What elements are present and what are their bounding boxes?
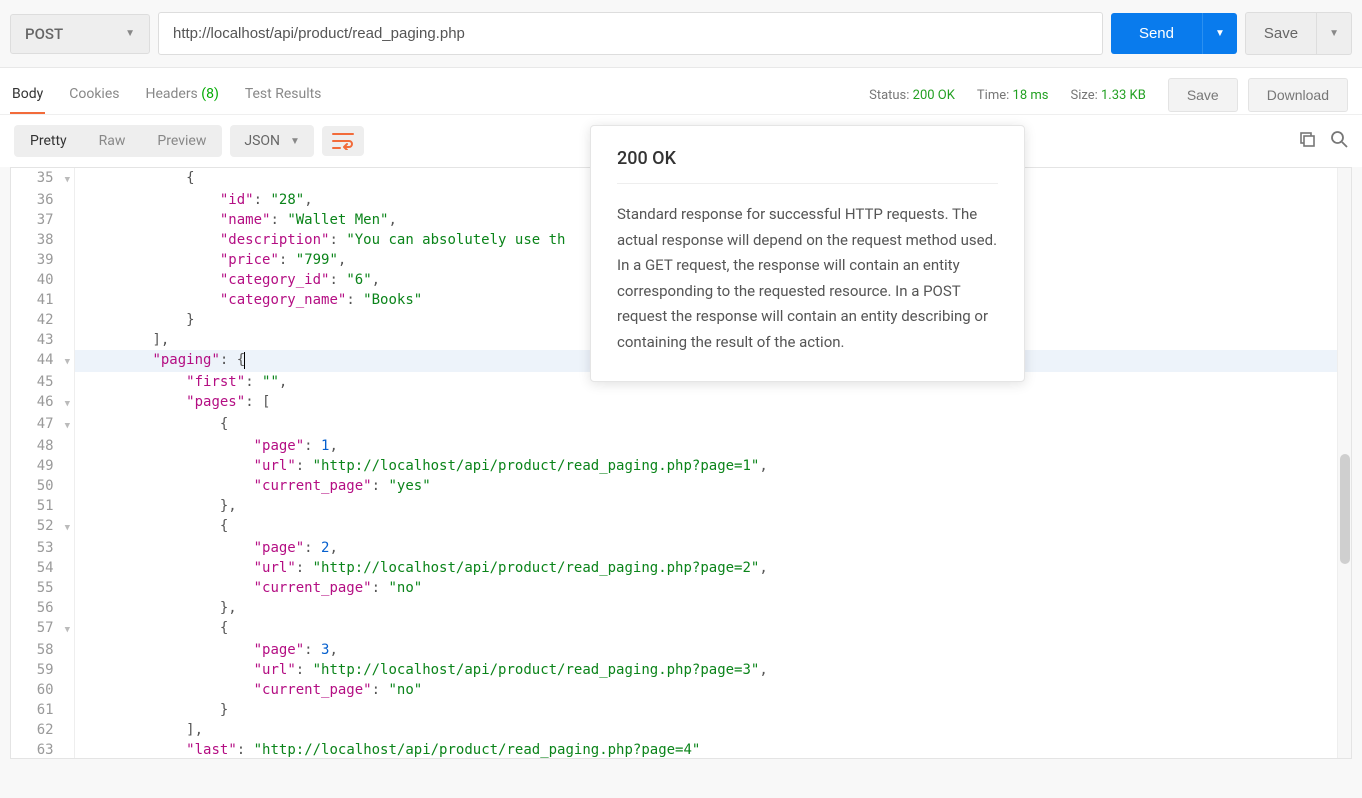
tab-headers-label: Headers <box>145 86 197 102</box>
chevron-down-icon: ▼ <box>125 28 135 39</box>
time-label: Time: <box>977 88 1009 103</box>
chevron-down-icon: ▼ <box>1329 28 1339 39</box>
save-response-button[interactable]: Save <box>1168 78 1238 112</box>
request-bar: POST ▼ Send ▼ Save ▼ <box>0 0 1362 67</box>
save-dropdown-button[interactable]: ▼ <box>1317 12 1352 55</box>
save-button[interactable]: Save <box>1245 12 1317 55</box>
tab-test-results[interactable]: Test Results <box>243 76 324 114</box>
view-left: Pretty Raw Preview JSON ▼ <box>14 125 364 157</box>
size-group: Size: 1.33 KB <box>1070 88 1145 103</box>
search-icon[interactable] <box>1330 130 1348 153</box>
send-button[interactable]: Send <box>1111 13 1202 54</box>
save-button-group: Save ▼ <box>1245 12 1352 55</box>
response-tabs: Body Cookies Headers (8) Test Results <box>10 76 323 114</box>
format-dropdown[interactable]: JSON ▼ <box>230 125 314 157</box>
time-value: 18 ms <box>1013 88 1049 103</box>
chevron-down-icon: ▼ <box>290 136 300 147</box>
scrollbar-thumb[interactable] <box>1340 454 1350 564</box>
wrap-lines-button[interactable] <box>322 126 364 156</box>
scrollbar[interactable] <box>1337 168 1351 758</box>
format-label: JSON <box>244 133 280 149</box>
view-mode-segment: Pretty Raw Preview <box>14 125 222 157</box>
status-tooltip: 200 OK Standard response for successful … <box>590 125 1025 382</box>
view-raw[interactable]: Raw <box>83 125 142 157</box>
size-label: Size: <box>1070 88 1097 103</box>
response-header: Body Cookies Headers (8) Test Results St… <box>0 67 1362 114</box>
copy-icon[interactable] <box>1298 130 1316 153</box>
send-dropdown-button[interactable]: ▼ <box>1202 13 1237 54</box>
response-actions: Save Download <box>1168 78 1348 112</box>
time-group: Time: 18 ms <box>977 88 1049 103</box>
view-pretty[interactable]: Pretty <box>14 125 83 157</box>
tooltip-title: 200 OK <box>617 148 998 184</box>
http-method-label: POST <box>25 25 63 43</box>
url-input[interactable] <box>158 12 1103 55</box>
size-value: 1.33 KB <box>1101 88 1146 103</box>
view-preview[interactable]: Preview <box>141 125 222 157</box>
status-group[interactable]: Status: 200 OK <box>869 88 955 103</box>
chevron-down-icon: ▼ <box>1215 28 1225 39</box>
http-method-dropdown[interactable]: POST ▼ <box>10 14 150 54</box>
download-response-button[interactable]: Download <box>1248 78 1348 112</box>
view-right <box>1298 130 1348 153</box>
tab-headers[interactable]: Headers (8) <box>143 76 220 114</box>
tab-body[interactable]: Body <box>10 76 45 114</box>
tab-headers-count: (8) <box>201 86 219 102</box>
status-label: Status: <box>869 88 909 103</box>
response-meta: Status: 200 OK Time: 18 ms Size: 1.33 KB… <box>869 78 1348 112</box>
send-button-group: Send ▼ <box>1111 13 1237 54</box>
tab-cookies[interactable]: Cookies <box>67 76 121 114</box>
wrap-lines-icon <box>332 132 354 150</box>
tooltip-body: Standard response for successful HTTP re… <box>617 202 998 355</box>
status-value: 200 OK <box>913 88 955 103</box>
